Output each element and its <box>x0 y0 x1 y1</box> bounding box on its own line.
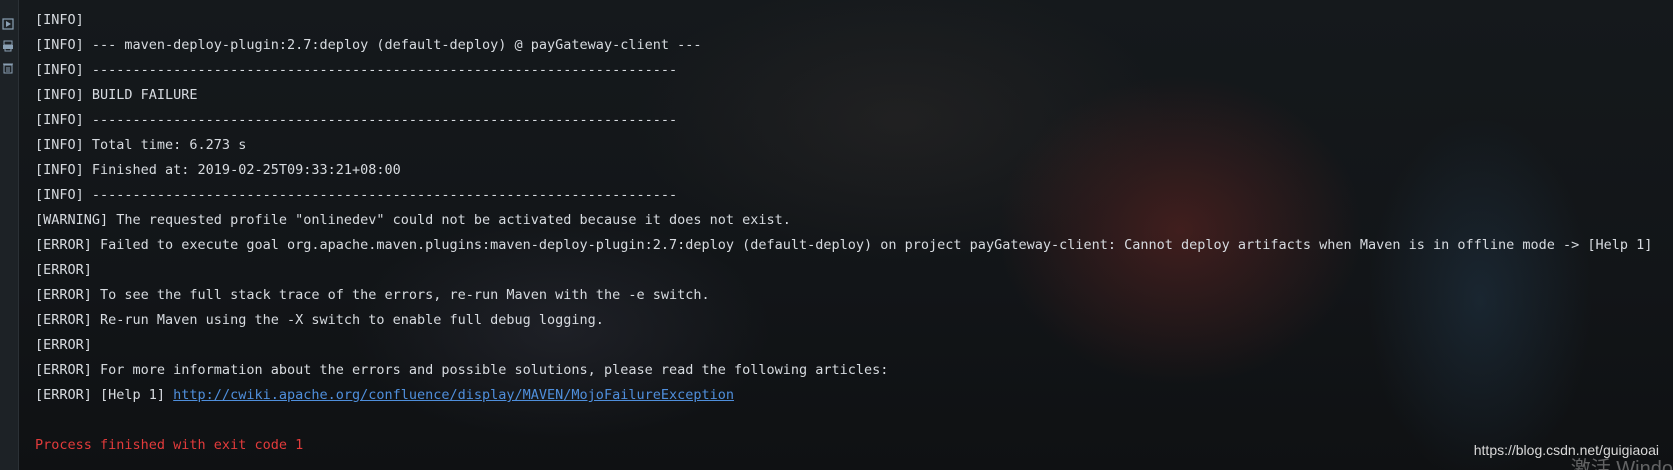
console-line: [WARNING] The requested profile "onlined… <box>35 212 791 228</box>
console-toolbar <box>0 0 19 470</box>
console-line: [INFO] Total time: 6.273 s <box>35 137 247 153</box>
console-line-help: [ERROR] [Help 1] http://cwiki.apache.org… <box>35 383 1655 408</box>
console-output[interactable]: [INFO] [INFO] --- maven-deploy-plugin:2.… <box>35 8 1655 458</box>
console-line: [ERROR] <box>35 337 92 353</box>
exit-message: Process finished with exit code 1 <box>35 437 304 453</box>
console-line: [INFO] Finished at: 2019-02-25T09:33:21+… <box>35 162 401 178</box>
console-line: [ERROR] To see the full stack trace of t… <box>35 287 710 303</box>
console-line: [ERROR] <box>35 262 92 278</box>
delete-icon[interactable] <box>1 62 15 76</box>
run-icon[interactable] <box>1 18 15 32</box>
help-prefix: [ERROR] [Help 1] <box>35 387 174 403</box>
console-line: [INFO] ---------------------------------… <box>35 112 678 128</box>
console-line: [INFO] --- maven-deploy-plugin:2.7:deplo… <box>35 37 702 53</box>
activate-windows-text: 激活 Windo <box>1570 458 1673 470</box>
console-line: [INFO] <box>35 12 84 28</box>
help-link[interactable]: http://cwiki.apache.org/confluence/displ… <box>173 387 734 403</box>
console-line: [ERROR] For more information about the e… <box>35 362 889 378</box>
print-icon[interactable] <box>1 40 15 54</box>
console-line: [INFO] ---------------------------------… <box>35 62 678 78</box>
console-line: [INFO] BUILD FAILURE <box>35 87 198 103</box>
console-line: [INFO] ---------------------------------… <box>35 187 678 203</box>
console-line: [ERROR] Re-run Maven using the -X switch… <box>35 312 604 328</box>
console-line: [ERROR] Failed to execute goal org.apach… <box>35 237 1653 253</box>
